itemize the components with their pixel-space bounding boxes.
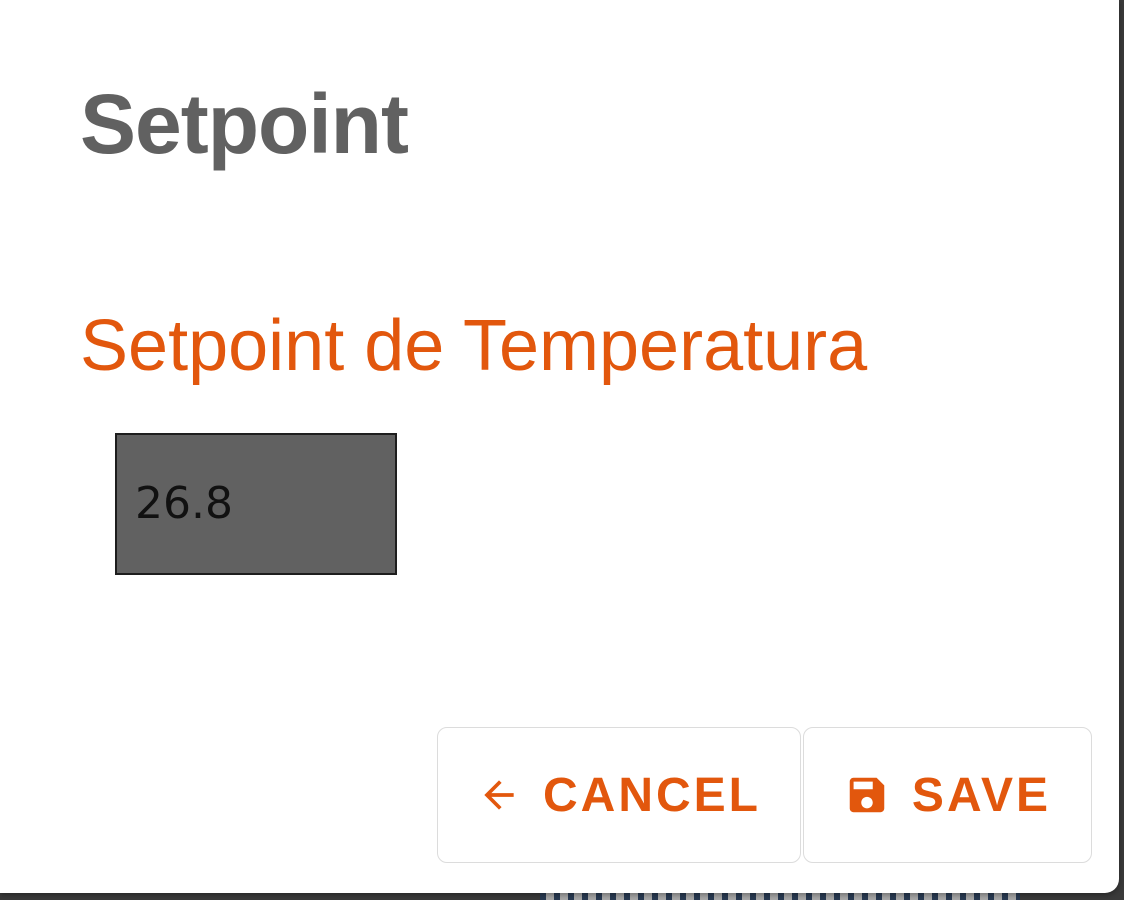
save-button[interactable]: SAVE — [803, 727, 1092, 863]
dialog-title: Setpoint — [80, 77, 409, 171]
cancel-button-label: CANCEL — [543, 768, 761, 822]
setpoint-field-label: Setpoint de Temperatura — [80, 306, 868, 386]
arrow-left-icon — [477, 773, 521, 817]
cancel-button[interactable]: CANCEL — [437, 727, 801, 863]
setpoint-value-input[interactable] — [115, 433, 397, 575]
setpoint-dialog: Setpoint Setpoint de Temperatura CANCEL … — [0, 0, 1119, 893]
floppy-disk-icon — [844, 772, 890, 818]
save-button-label: SAVE — [911, 768, 1052, 822]
